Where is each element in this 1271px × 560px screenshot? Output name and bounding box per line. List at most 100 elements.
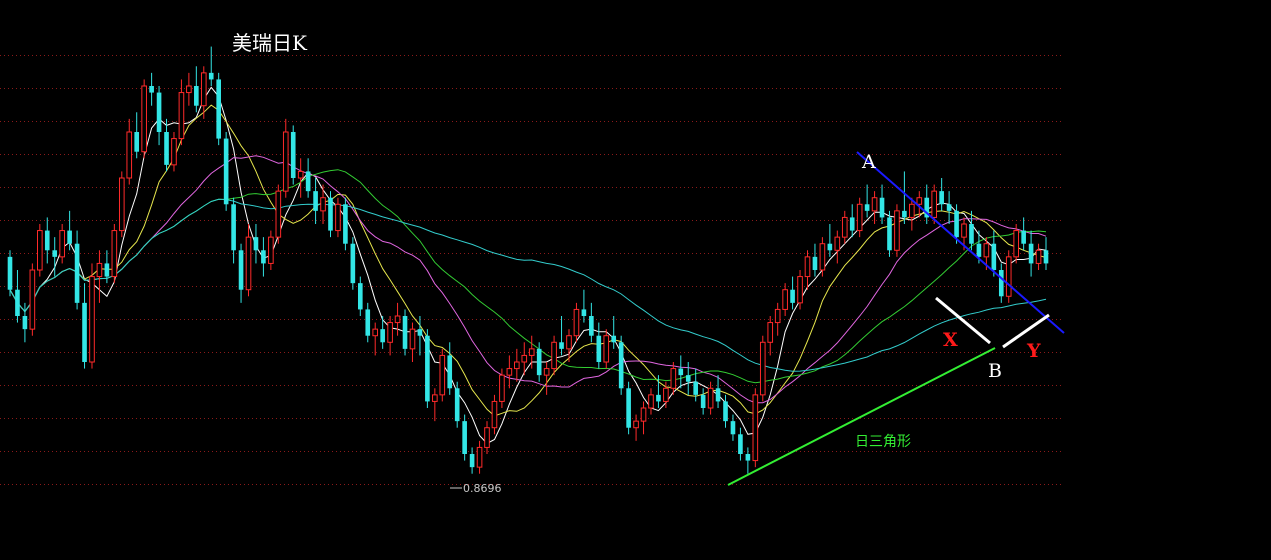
candle-down: [946, 191, 952, 224]
candle-body: [506, 368, 513, 376]
candle-up: [841, 210, 848, 244]
candle-up: [394, 302, 401, 336]
candle-up: [89, 263, 95, 369]
candle-body: [22, 316, 28, 330]
candle-body: [1028, 243, 1034, 264]
candle-body: [29, 269, 36, 330]
candle-body: [991, 243, 997, 270]
candle-down: [44, 217, 50, 264]
candle-body: [275, 190, 282, 238]
ma20-line: [9, 155, 1047, 404]
candle-body: [894, 210, 900, 251]
candle-up: [871, 191, 878, 224]
candle-body: [432, 394, 438, 402]
ma30-line: [9, 169, 1047, 384]
candle-body: [626, 388, 631, 428]
candle-up: [774, 302, 781, 336]
candle-down: [1028, 230, 1034, 277]
triangle-lower-green-line: [727, 347, 996, 486]
candle-up: [126, 118, 133, 185]
candle-down: [261, 237, 266, 277]
candle-up: [59, 224, 65, 264]
candle-up: [856, 197, 863, 238]
candle-body: [946, 204, 952, 211]
candle-body: [59, 230, 65, 258]
candle-down: [350, 237, 356, 290]
candle-body: [178, 92, 185, 140]
candle-up: [118, 171, 125, 238]
candle-up: [282, 118, 289, 198]
candle-down: [238, 243, 244, 303]
candle-body: [611, 335, 617, 343]
candle-body: [648, 394, 654, 409]
candle-up: [819, 237, 826, 277]
candle-body: [730, 421, 736, 435]
point-y-label: Y: [1026, 340, 1041, 362]
candle-up: [111, 224, 118, 284]
candle-body: [268, 236, 274, 264]
candle-down: [864, 184, 870, 218]
candle-body: [723, 401, 728, 422]
candle-body: [1021, 230, 1026, 244]
candle-up: [409, 322, 416, 362]
candle-down: [611, 316, 617, 349]
candle-body: [931, 190, 938, 218]
candle-body: [208, 72, 214, 80]
candle-body: [313, 191, 318, 211]
candle-down: [343, 197, 348, 251]
candle-body: [983, 243, 990, 258]
candle-down: [223, 132, 229, 211]
candle-up: [29, 263, 36, 336]
candle-body: [74, 243, 80, 303]
candle-up: [506, 355, 513, 389]
candle-body: [1013, 230, 1019, 258]
candle-body: [693, 381, 699, 395]
candle-down: [417, 316, 423, 356]
candle-body: [939, 191, 944, 205]
candle-down: [1043, 237, 1049, 270]
candle-body: [328, 197, 333, 231]
candle-body: [297, 170, 304, 179]
candle-body: [827, 243, 833, 251]
candle-body: [216, 79, 222, 139]
candle-body: [15, 289, 20, 316]
low-price-label: 0.8696: [463, 482, 502, 495]
candle-body: [491, 400, 498, 429]
candle-body: [37, 230, 43, 271]
candle-up: [707, 381, 714, 415]
candle-down: [7, 250, 13, 297]
candle-up: [759, 335, 766, 402]
candle-up: [171, 132, 177, 172]
candle-body: [439, 354, 446, 396]
candle-down: [447, 342, 453, 395]
candle-up: [141, 79, 147, 159]
candle-down: [328, 191, 333, 238]
candle-body: [916, 197, 923, 205]
candle-body: [282, 131, 289, 192]
candle-body: [864, 204, 870, 211]
candle-body: [543, 368, 550, 376]
candle-body: [618, 342, 624, 389]
candle-down: [812, 243, 818, 277]
candle-body: [82, 302, 87, 362]
candle-down: [194, 66, 199, 113]
candle-body: [469, 454, 475, 468]
candle-body: [417, 329, 423, 336]
candle-body: [149, 86, 154, 93]
candle-body: [596, 335, 602, 362]
candle-down: [887, 210, 892, 257]
candle-body: [633, 420, 639, 429]
candle-body: [7, 256, 13, 290]
candle-down: [678, 355, 684, 389]
candle-body: [589, 316, 594, 336]
candle-body: [67, 230, 72, 244]
candle-up: [514, 348, 520, 382]
candle-down: [827, 224, 833, 257]
candle-down: [156, 86, 162, 146]
candle-body: [238, 250, 244, 290]
candle-body: [834, 236, 841, 251]
candle-down: [462, 414, 467, 461]
candle-down: [738, 427, 743, 461]
candle-down: [626, 381, 631, 435]
candle-up: [37, 224, 43, 277]
